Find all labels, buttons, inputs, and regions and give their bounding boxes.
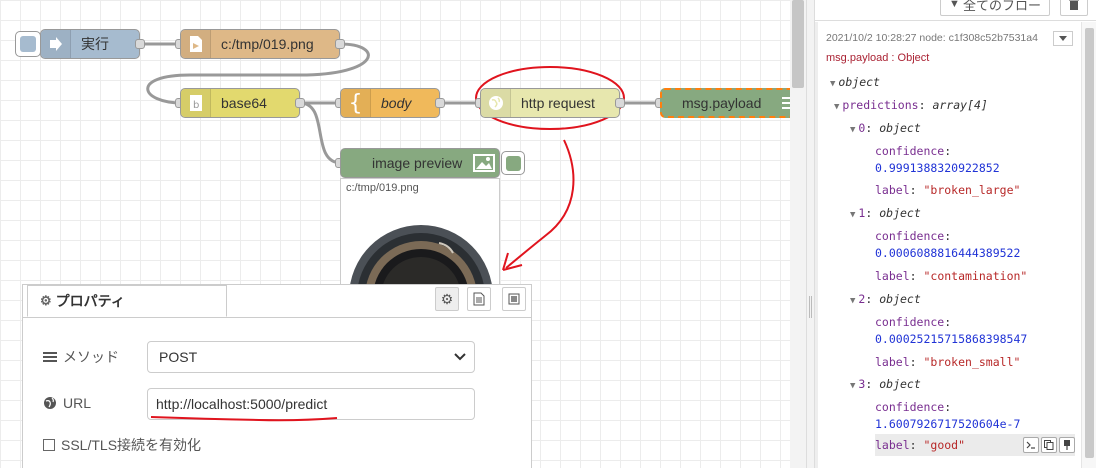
expand-triangle-icon: ▼	[850, 296, 856, 306]
tree-item-1-confidence: 0.0006088816444389522	[875, 246, 1021, 260]
sidebar-scrollbar-thumb[interactable]	[1085, 28, 1094, 458]
workspace-scrollbar-thumb[interactable]	[792, 0, 804, 88]
ssl-checkbox-row[interactable]: SSL/TLS接続を有効化	[43, 435, 201, 455]
terminal-icon	[1026, 441, 1035, 449]
chevron-down-icon	[1059, 35, 1067, 41]
node-appearance-button[interactable]	[502, 287, 526, 311]
image-preview-node[interactable]: image preview	[340, 148, 500, 178]
debug-node-label: msg.payload	[682, 95, 762, 111]
expand-triangle-icon: ▼	[834, 102, 840, 112]
trash-icon	[1069, 0, 1079, 10]
inject-output-port[interactable]	[135, 39, 145, 49]
svg-text:b: b	[193, 100, 199, 111]
braces-icon: {	[341, 89, 371, 117]
preview-toggle-button[interactable]	[501, 151, 525, 175]
tree-item-2[interactable]: ▼ 2: object	[850, 292, 921, 306]
document-icon	[473, 292, 485, 306]
tree-item-3[interactable]: ▼ 3: object	[850, 377, 921, 391]
tree-item-1-label: label: "contamination"	[875, 269, 1028, 283]
tree-root[interactable]: ▼ object	[830, 75, 880, 89]
tree-predictions[interactable]: ▼ predictions: array[4]	[834, 98, 988, 112]
tree-item-0-confidence: 0.9991388320922852	[875, 161, 1000, 175]
base64-node-label: base64	[221, 95, 267, 111]
image-preview-caption: c:/tmp/019.png	[346, 182, 419, 194]
globe-icon	[481, 89, 511, 117]
image-icon	[473, 153, 495, 173]
file-output-port[interactable]	[335, 39, 345, 49]
copy-icon	[1044, 440, 1054, 450]
node-description-button[interactable]	[467, 287, 491, 311]
pin-button[interactable]	[1059, 437, 1075, 453]
tree-item-3-confidence: 1.6007926717520604e-7	[875, 417, 1021, 431]
expand-triangle-icon: ▼	[850, 381, 856, 391]
inject-node[interactable]: 実行	[40, 29, 140, 59]
message-topic: msg.payload : Object	[826, 52, 930, 64]
image-preview: c:/tmp/019.png	[340, 178, 500, 298]
tree-item-0-confidence-key: confidence:	[875, 144, 952, 158]
image-preview-node-label: image preview	[372, 155, 463, 171]
expand-triangle-icon: ▼	[850, 210, 856, 220]
workspace-scrollbar[interactable]	[790, 0, 806, 468]
tree-item-1-confidence-key: confidence:	[875, 229, 952, 243]
properties-tab-label: プロパティ	[55, 293, 125, 309]
preview-image	[349, 225, 493, 297]
inject-node-label: 実行	[81, 36, 109, 52]
tree-item-0-label: label: "broken_large"	[875, 183, 1021, 197]
base64-icon: b	[181, 89, 211, 117]
appearance-icon	[508, 293, 520, 305]
inject-trigger-button[interactable]	[15, 31, 41, 57]
copy-path-button[interactable]	[1023, 437, 1039, 453]
divider-handle[interactable]	[809, 296, 812, 318]
properties-tab[interactable]: ⚙ プロパティ	[27, 285, 227, 317]
file-icon	[181, 30, 211, 58]
tree-item-3-confidence-key: confidence:	[875, 400, 952, 414]
method-label: メソッド	[43, 347, 119, 367]
debug-node[interactable]: msg.payload	[660, 88, 790, 118]
gear-icon: ⚙	[40, 293, 52, 308]
http-output-port[interactable]	[615, 98, 625, 108]
method-select[interactable]: POST	[147, 341, 475, 373]
base64-node[interactable]: b base64	[180, 88, 300, 118]
arrow-right-icon	[41, 30, 71, 58]
expand-triangle-icon: ▼	[850, 125, 856, 135]
file-in-node-label: c:/tmp/019.png	[221, 36, 314, 52]
clear-messages-button[interactable]	[1060, 0, 1088, 16]
properties-panel: ⚙ プロパティ ⚙ メソッド POST URL http://localhost…	[22, 284, 532, 468]
list-icon	[43, 352, 57, 362]
expand-triangle-icon: ▼	[830, 79, 836, 89]
tree-item-0[interactable]: ▼ 0: object	[850, 121, 921, 135]
sidebar-divider[interactable]	[806, 0, 814, 468]
http-request-node[interactable]: http request	[480, 88, 620, 118]
node-settings-button[interactable]: ⚙	[435, 287, 459, 311]
tree-item-3-label: label: "good"	[875, 438, 966, 452]
copy-value-button[interactable]	[1041, 437, 1057, 453]
url-underline-annotation	[150, 416, 338, 422]
ssl-checkbox[interactable]	[43, 439, 55, 451]
pin-icon	[1064, 440, 1070, 450]
base64-output-port[interactable]	[295, 98, 305, 108]
debug-message: 2021/10/2 10:28:27 node: c1f308c52b7531a…	[815, 22, 1081, 468]
file-in-node[interactable]: c:/tmp/019.png	[180, 29, 340, 59]
filter-flows-button[interactable]: ▼ 全てのフロー	[940, 0, 1050, 16]
tree-item-2-confidence-key: confidence:	[875, 315, 952, 329]
template-node-label: body	[381, 95, 412, 111]
chevron-down-icon	[454, 353, 466, 361]
debug-sidebar: ▼ 全てのフロー 2021/10/2 10:28:27 node: c1f308…	[814, 0, 1096, 468]
filter-icon: ▼	[949, 0, 960, 10]
tree-item-2-label: label: "broken_small"	[875, 355, 1021, 369]
list-icon	[780, 94, 790, 114]
tree-item-2-confidence: 0.00025215715868398547	[875, 332, 1028, 346]
template-node[interactable]: { body	[340, 88, 440, 118]
flow-workspace[interactable]: 実行 c:/tmp/019.png b base64 { body http r…	[0, 0, 790, 468]
url-label: URL	[43, 395, 91, 411]
globe-icon	[44, 397, 56, 409]
gear-icon: ⚙	[440, 290, 454, 307]
http-request-node-label: http request	[521, 95, 595, 111]
sidebar-scrollbar[interactable]	[1081, 22, 1096, 468]
message-metadata: 2021/10/2 10:28:27 node: c1f308c52b7531a…	[826, 32, 1038, 44]
tree-item-1[interactable]: ▼ 1: object	[850, 206, 921, 220]
template-output-port[interactable]	[435, 98, 445, 108]
message-menu-button[interactable]	[1053, 31, 1073, 46]
row-tools	[1023, 437, 1075, 453]
